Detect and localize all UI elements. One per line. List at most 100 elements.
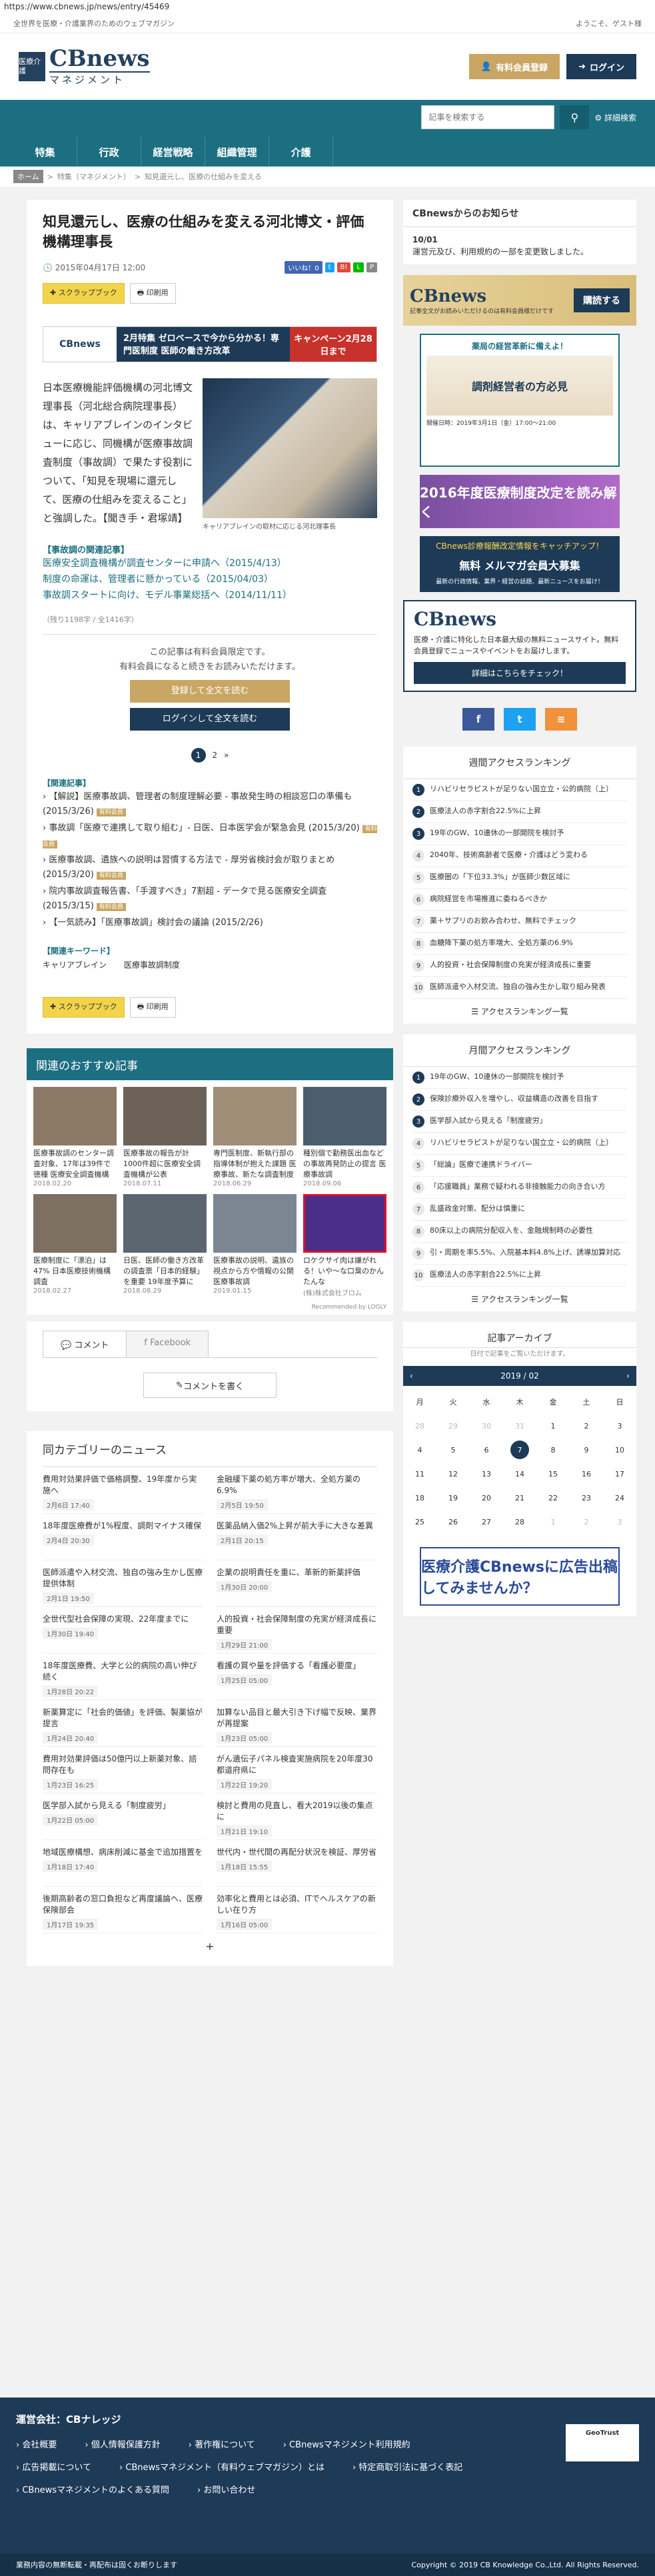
calendar-day[interactable]: 25 bbox=[403, 1510, 436, 1534]
list-item[interactable]: › 院内事故調査報告書、「手渡すべき」7割超 - データで見る医療安全調査 (2… bbox=[43, 884, 377, 914]
scrapbook-button-bottom[interactable]: ✚ スクラップブック bbox=[43, 997, 125, 1018]
facebook-like-button[interactable]: いいね！0 bbox=[285, 261, 323, 274]
ranking-item[interactable]: 5 「総論」医療で連携ドライバー bbox=[412, 1155, 627, 1177]
ranking-item[interactable]: 10 医療法人の赤字割合22.5%に上昇 bbox=[412, 1265, 627, 1287]
calendar-day[interactable]: 2 bbox=[570, 1414, 603, 1438]
news-item[interactable]: 後期高齢者の窓口負担など再度議論へ、医療保険部会 1月17日 19:35 bbox=[43, 1887, 203, 1933]
revision-banner[interactable]: 2016年度医療制度改定を読み解く bbox=[420, 475, 620, 528]
calendar-day[interactable]: 2 bbox=[570, 1510, 603, 1534]
news-item[interactable]: 医薬品納入価2%上昇が前大手に大きな差異 2月1日 20:15 bbox=[217, 1514, 377, 1560]
rec-item[interactable]: 専門医制度、新執行部の指導体制が抱えた課題 医療事故、新たな調査制度の公表201… bbox=[213, 1087, 297, 1187]
nav-item-feature[interactable]: 特集 bbox=[13, 137, 77, 166]
ranking-item[interactable]: 6 「応援職員」業務で疑われる非接触能力の向き合い方 bbox=[412, 1177, 627, 1199]
ranking-all-link[interactable]: ☰ アクセスランキング一覧 bbox=[403, 1287, 636, 1311]
calendar-day[interactable]: 5 bbox=[436, 1438, 470, 1462]
bookmark-button[interactable]: B! bbox=[336, 262, 351, 272]
breadcrumb-home[interactable]: ホーム bbox=[13, 170, 43, 183]
subscribe-button[interactable]: 購読する bbox=[574, 288, 630, 312]
campaign-banner[interactable]: CBnews 2月特集 ゼロベースで今から分かる！専門医制度 医師の働き方改革 … bbox=[43, 326, 377, 362]
news-item[interactable]: 企業の説明責任を重に、革新的新薬評価 1月30日 20:00 bbox=[217, 1560, 377, 1607]
rec-item[interactable]: ロケクサイ肉は嫌がれる！いや〜な口臭のかんたんな (株)株式会社ブロム bbox=[303, 1194, 386, 1297]
calendar-day[interactable]: 14 bbox=[503, 1462, 536, 1486]
ranking-item[interactable]: 6 病院経営を市場推進に委ねるべきか bbox=[412, 889, 627, 911]
site-logo[interactable]: 医療介護 CBnews マネジメント bbox=[19, 47, 150, 87]
ranking-item[interactable]: 2 医療法人の赤字割合22.5%に上昇 bbox=[412, 801, 627, 823]
ad-banner[interactable]: 医療介護CBnewsに広告出稿してみませんか？ bbox=[420, 1547, 620, 1606]
ranking-item[interactable]: 1 19年のGW、10連休の一部開院を検討予 bbox=[412, 1067, 627, 1089]
calendar-day[interactable]: 23 bbox=[570, 1486, 603, 1510]
ranking-item[interactable]: 10 医師派遣や入材交流、独自の強み生かし取り組み発表 bbox=[412, 977, 627, 999]
search-button[interactable]: ⚲ bbox=[560, 105, 590, 129]
keyword-link[interactable]: キャリアブレイン bbox=[43, 960, 107, 970]
calendar-day[interactable]: 12 bbox=[436, 1462, 470, 1486]
keyword-link[interactable]: 医療事故調制度 bbox=[124, 960, 180, 970]
geotrust-seal[interactable]: GeoTrust bbox=[566, 2424, 639, 2461]
footer-link[interactable]: › 特定商取引法に基づく表記 bbox=[352, 2457, 462, 2479]
news-item[interactable]: 費用対効果評価で価格調整、19年度から実施へ 2月6日 17:40 bbox=[43, 1467, 203, 1514]
page-1[interactable]: 1 bbox=[191, 748, 206, 763]
login-read-button[interactable]: ログインして全文を読む bbox=[130, 708, 290, 731]
pocket-button[interactable]: P bbox=[366, 262, 377, 272]
login-button[interactable]: ➜ ログイン bbox=[566, 54, 636, 79]
ranking-item[interactable]: 7 乱盛政金対策、配分は慎重に bbox=[412, 1199, 627, 1221]
footer-link[interactable]: › CBnewsマネジメント利用規約 bbox=[283, 2434, 410, 2457]
footer-link[interactable]: › 個人情報保護方針 bbox=[85, 2434, 160, 2457]
seminar-banner[interactable]: 薬局の経営革新に備えよ！ 調剤経営者の方必見 開催日時：2019年3月1日（金）… bbox=[420, 334, 620, 467]
nav-item-care[interactable]: 介護 bbox=[269, 137, 333, 166]
rss-icon[interactable]: ≋ bbox=[545, 708, 577, 731]
ranking-item[interactable]: 5 医療圏の「下位33.3%」が医師少数区域に bbox=[412, 867, 627, 889]
nav-item-strategy[interactable]: 経営戦略 bbox=[141, 137, 205, 166]
ranking-item[interactable]: 3 医学部入試から見える「制度疲労」 bbox=[412, 1111, 627, 1133]
calendar-day[interactable]: 31 bbox=[503, 1414, 536, 1438]
tab-comment[interactable]: 💬 コメント bbox=[43, 1331, 127, 1357]
calendar-day[interactable]: 18 bbox=[403, 1486, 436, 1510]
list-item[interactable]: › 【一気読み】「医療事故調」検討会の議論 (2015/2/26) bbox=[43, 916, 377, 930]
news-item[interactable]: 地域医療構想、病床削減に基金で追加措置を 1月18日 17:40 bbox=[43, 1840, 203, 1887]
calendar-day[interactable]: 28 bbox=[403, 1414, 436, 1438]
news-item[interactable]: 効率化と費用とは必須、ITでヘルスケアの新しい在り方 1月16日 05:00 bbox=[217, 1887, 377, 1933]
member-register-button[interactable]: 👤 有料会員登録 bbox=[468, 54, 560, 79]
ranking-item[interactable]: 7 薬＋サプリのお飲み合わせ、無料でチェック bbox=[412, 911, 627, 933]
ranking-all-link[interactable]: ☰ アクセスランキング一覧 bbox=[403, 999, 636, 1024]
news-item[interactable]: 医師派遣や入材交流、独自の強み生かし医療提供体制 2月1日 19:50 bbox=[43, 1560, 203, 1607]
calendar-day[interactable]: 24 bbox=[603, 1486, 636, 1510]
calendar-day[interactable]: 4 bbox=[403, 1438, 436, 1462]
footer-link[interactable]: › 会社概要 bbox=[16, 2434, 57, 2457]
ranking-item[interactable]: 4 2040年、技術高齢者で医療・介護はどう変わる bbox=[412, 845, 627, 867]
ranking-item[interactable]: 8 80床以上の病院分配収入を、金融規制時の必要性 bbox=[412, 1221, 627, 1243]
print-button-bottom[interactable]: 🖶 印刷用 bbox=[129, 997, 176, 1018]
twitter-icon[interactable]: t bbox=[504, 708, 536, 731]
calendar-day[interactable]: 8 bbox=[536, 1438, 570, 1462]
calendar-day[interactable]: 22 bbox=[536, 1486, 570, 1510]
news-item[interactable]: 金融緩下薬の処方率が増大、全処方薬の6.9% 2月5日 19:50 bbox=[217, 1467, 377, 1514]
twitter-share-button[interactable]: t bbox=[325, 262, 334, 272]
news-item[interactable]: 新薬算定に「社会的価値」を評価、製薬協が提言 1月24日 20:40 bbox=[43, 1700, 203, 1747]
calendar-day[interactable]: 3 bbox=[603, 1510, 636, 1534]
news-item[interactable]: 人的投資・社会保障制度の充実が経済成長に重要 1月29日 21:00 bbox=[217, 1607, 377, 1654]
page-next[interactable]: » bbox=[224, 751, 229, 760]
calendar-day[interactable]: 19 bbox=[436, 1486, 470, 1510]
print-button[interactable]: 🖶 印刷用 bbox=[129, 283, 176, 304]
calendar-day[interactable]: 11 bbox=[403, 1462, 436, 1486]
search-input[interactable] bbox=[421, 105, 555, 129]
calendar-day[interactable]: 15 bbox=[536, 1462, 570, 1486]
calendar-day[interactable]: 6 bbox=[470, 1438, 503, 1462]
nav-item-organization[interactable]: 組織管理 bbox=[205, 137, 269, 166]
news-item[interactable]: 18年度医療費、大学と公的病院の高い伸び続く 1月28日 20:22 bbox=[43, 1654, 203, 1700]
news-item[interactable]: 医学部入試から見える「制度疲労」 1月22日 05:00 bbox=[43, 1793, 203, 1840]
news-item[interactable]: 費用対効果評価は50億円以上新薬対象、諮問存在も 1月23日 16:25 bbox=[43, 1747, 203, 1793]
calendar-day[interactable]: 10 bbox=[603, 1438, 636, 1462]
advanced-search-link[interactable]: ⚙ 詳細検索 bbox=[594, 112, 636, 123]
calendar-day[interactable]: 27 bbox=[470, 1510, 503, 1534]
news-item[interactable]: 世代内・世代間の再配分状況を検証、厚労省 1月18日 15:55 bbox=[217, 1840, 377, 1887]
news-item[interactable]: 検討と費用の見直し、看大2019以後の集点に 1月21日 19:10 bbox=[217, 1793, 377, 1840]
footer-link[interactable]: › 著作権について bbox=[189, 2434, 255, 2457]
news-item[interactable]: 加算ない品目と最大引き下げ幅で反映、業界が再提案 1月23日 05:00 bbox=[217, 1700, 377, 1747]
calendar-day[interactable]: 1 bbox=[536, 1414, 570, 1438]
rec-item[interactable]: 医療事故の説明、遺族の視点から方や情報の公開 医療事故調 2019.01.15 bbox=[213, 1194, 297, 1297]
ranking-item[interactable]: 3 19年のGW、10連休の一部開院を検討予 bbox=[412, 823, 627, 845]
list-item[interactable]: › 【解説】医療事故調、管理者の制度理解必要 - 事故発生時の相談窓口の準備も … bbox=[43, 790, 377, 820]
news-item[interactable]: 18年度医療費が1%程度、調剤マイナス確保 2月4日 20:30 bbox=[43, 1514, 203, 1560]
related-link[interactable]: 医療安全調査機構が調査センターに申請へ（2015/4/13） bbox=[43, 555, 377, 571]
calendar-day[interactable]: 26 bbox=[436, 1510, 470, 1534]
